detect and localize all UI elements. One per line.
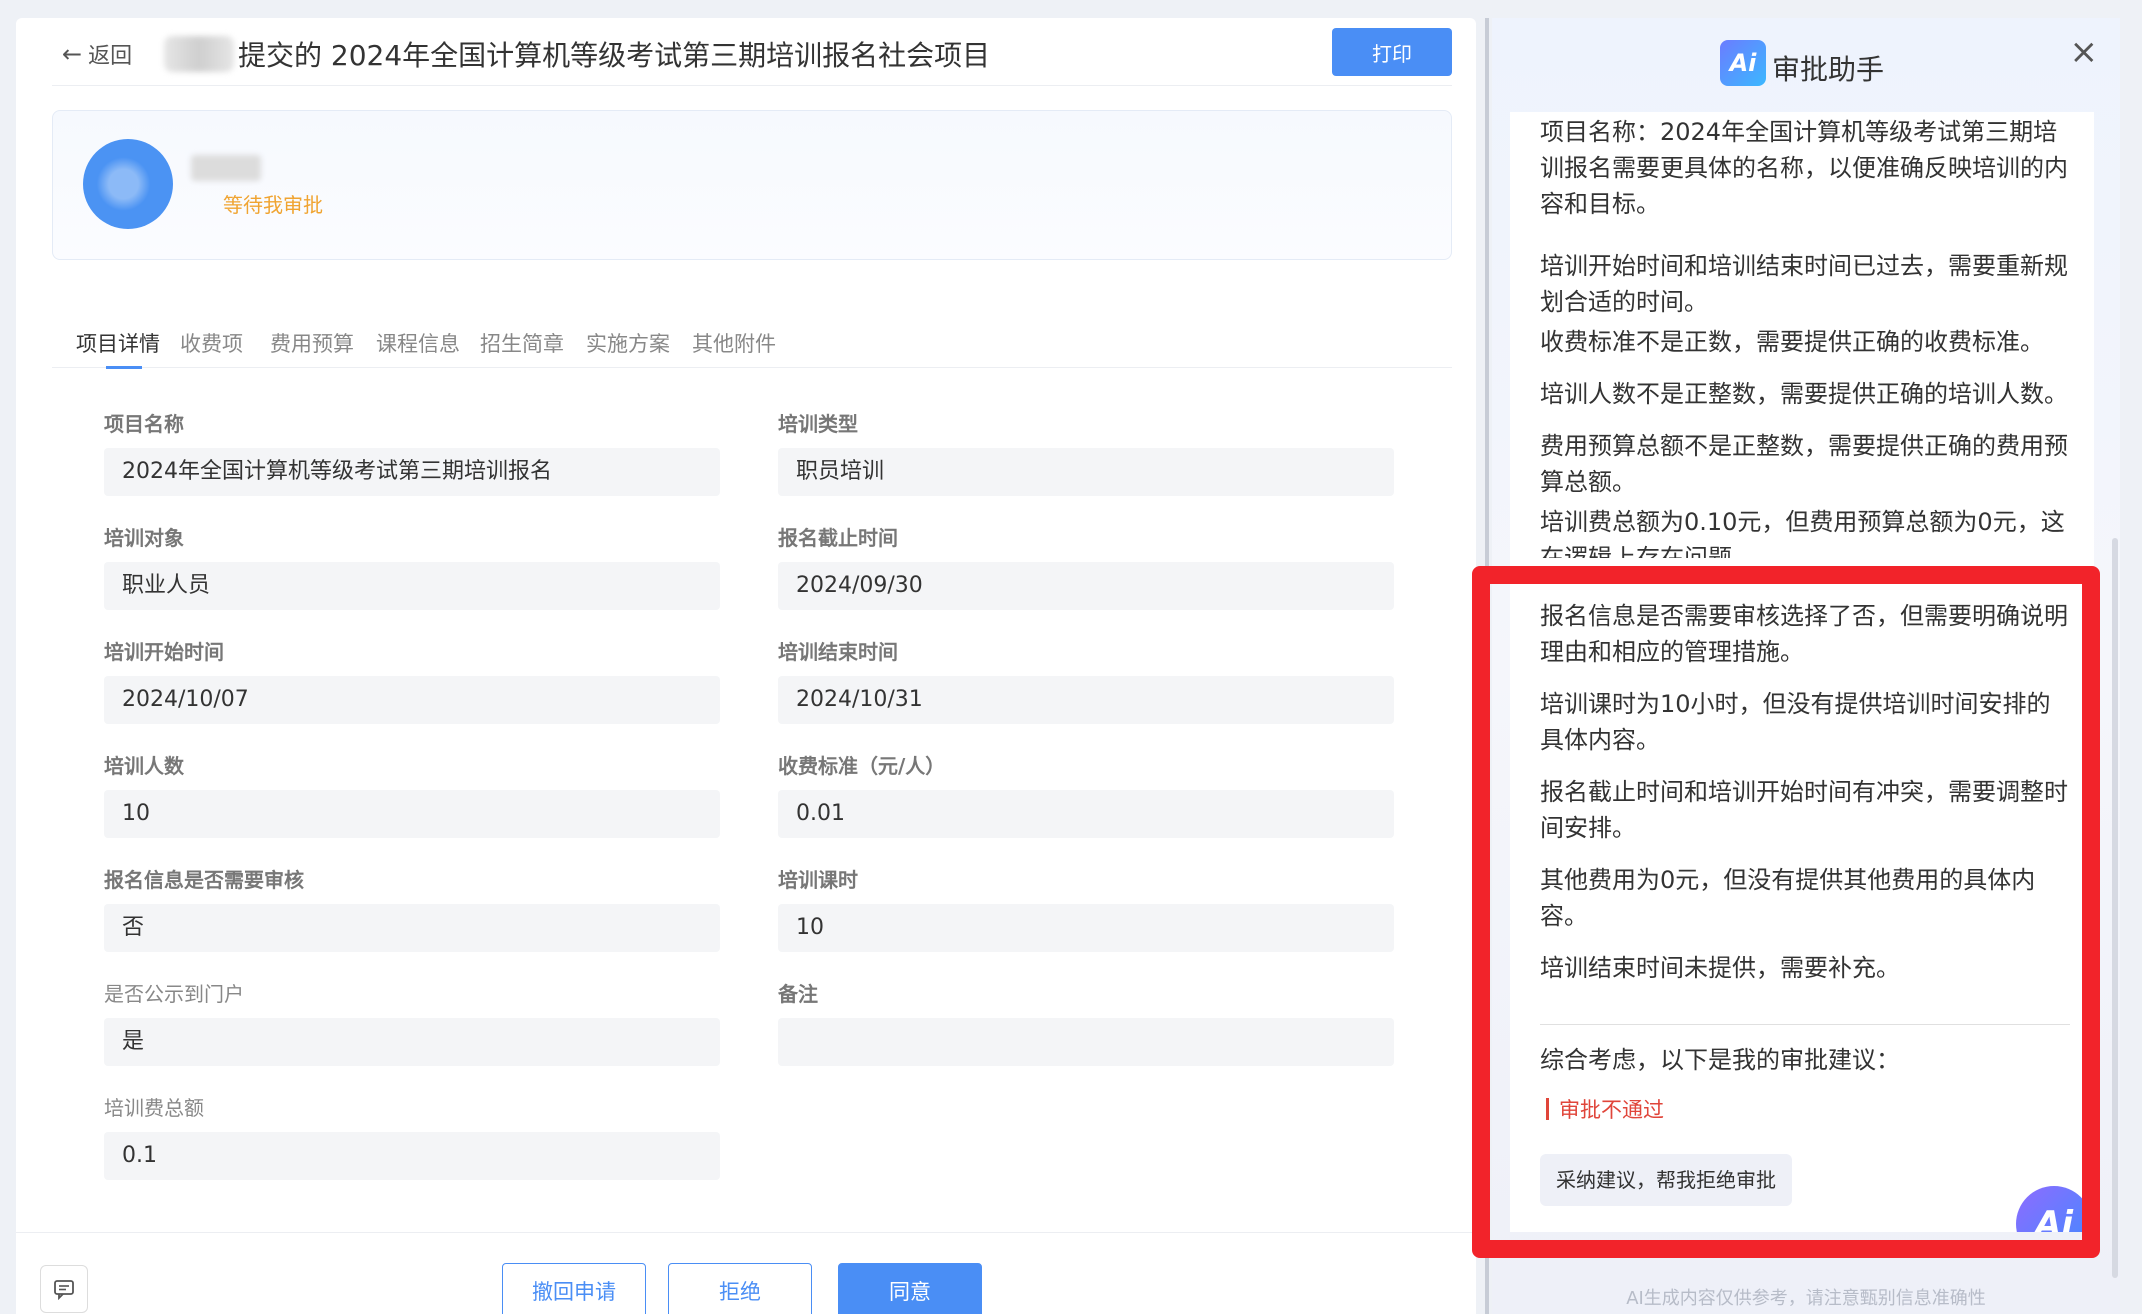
field-label: 收费标准（元/人） <box>778 754 946 778</box>
field-label: 是否公示到门户 <box>104 982 244 1006</box>
field-label: 培训课时 <box>778 868 858 892</box>
divider <box>1540 1024 2070 1025</box>
field-value: 否 <box>104 904 720 952</box>
field-value: 2024/10/07 <box>104 676 720 724</box>
field-train-type: 培训类型 职员培训 <box>778 408 1394 496</box>
field-label: 报名信息是否需要审核 <box>104 868 304 892</box>
field-project-name: 项目名称 2024年全国计算机等级考试第三期培训报名 <box>104 408 720 496</box>
print-button[interactable]: 打印 <box>1332 28 1452 76</box>
back-button[interactable]: ← 返回 <box>62 38 132 70</box>
suggestion-item: 收费标准不是正数，需要提供正确的收费标准。 <box>1540 328 2044 356</box>
field-publish-portal: 是否公示到门户 是 <box>104 978 720 1066</box>
scrollbar[interactable] <box>2112 538 2118 1278</box>
field-label: 培训开始时间 <box>104 640 224 664</box>
back-label: 返回 <box>88 44 133 69</box>
suggestion-item: 其他费用为0元，但没有提供其他费用的具体内容。 <box>1540 866 2036 930</box>
field-value: 职业人员 <box>104 562 720 610</box>
field-label: 培训对象 <box>104 526 184 550</box>
field-value: 2024/09/30 <box>778 562 1394 610</box>
disclaimer-text: AI生成内容仅供参考，请注意甄别信息准确性 <box>1626 1288 1986 1309</box>
field-value: 10 <box>104 790 720 838</box>
panel-divider[interactable] <box>1485 18 1489 1314</box>
field-signup-deadline: 报名截止时间 2024/09/30 <box>778 522 1394 610</box>
approve-button[interactable]: 同意 <box>838 1263 982 1314</box>
action-bar: 撤回申请 拒绝 同意 <box>16 1232 1476 1314</box>
field-value: 是 <box>104 1018 720 1066</box>
suggestion-item: 费用预算总额不是正整数，需要提供正确的费用预算总额。 <box>1540 432 2068 496</box>
submitter-name-blurred <box>164 36 234 72</box>
tab-other-attachments[interactable]: 其他附件 <box>692 328 776 358</box>
field-label: 项目名称 <box>104 412 184 436</box>
tab-implementation-plan[interactable]: 实施方案 <box>586 328 670 358</box>
withdraw-button[interactable]: 撤回申请 <box>502 1263 646 1314</box>
active-tab-indicator <box>106 366 142 369</box>
verdict-badge: 审批不通过 <box>1546 1094 1664 1124</box>
applicant-card: 等待我审批 <box>52 110 1452 260</box>
verdict-marker <box>1546 1098 1549 1120</box>
field-value: 2024年全国计算机等级考试第三期培训报名 <box>104 448 720 496</box>
avatar <box>83 139 173 229</box>
tab-fee-items[interactable]: 收费项 <box>180 328 243 358</box>
assistant-content: 项目名称：2024年全国计算机等级考试第三期培训报名需要更具体的名称，以便准确反… <box>1510 112 2094 1232</box>
approval-assistant-panel: Ai 审批助手 × 项目名称：2024年全国计算机等级考试第三期培训报名需要更具… <box>1492 18 2120 1314</box>
page-title-wrap: 提交的 2024年全国计算机等级考试第三期培训报名社会项目 <box>164 34 990 74</box>
tab-project-details[interactable]: 项目详情 <box>76 328 160 358</box>
field-value <box>778 1018 1394 1066</box>
field-value: 0.1 <box>104 1132 720 1180</box>
ai-assistant-float-icon[interactable]: Ai <box>2016 1186 2092 1232</box>
field-train-target: 培训对象 职业人员 <box>104 522 720 610</box>
field-total-fee: 培训费总额 0.1 <box>104 1092 720 1180</box>
ai-logo-icon: Ai <box>1720 40 1766 86</box>
approval-detail-panel: ← 返回 提交的 2024年全国计算机等级考试第三期培训报名社会项目 打印 等待… <box>16 18 1476 1314</box>
top-bar: ← 返回 提交的 2024年全国计算机等级考试第三期培训报名社会项目 打印 <box>52 18 1452 86</box>
field-label: 培训费总额 <box>104 1096 204 1120</box>
field-start-time: 培训开始时间 2024/10/07 <box>104 636 720 724</box>
suggestion-item: 报名截止时间和培训开始时间有冲突，需要调整时间安排。 <box>1540 778 2068 842</box>
suggestion-item: 培训开始时间和培训结束时间已过去，需要重新规划合适的时间。 <box>1540 252 2068 316</box>
suggestion-item: 培训课时为10小时，但没有提供培训时间安排的具体内容。 <box>1540 690 2051 754</box>
field-fee-standard: 收费标准（元/人） 0.01 <box>778 750 1394 838</box>
field-value: 2024/10/31 <box>778 676 1394 724</box>
suggestion-item: 培训人数不是正整数，需要提供正确的培训人数。 <box>1540 380 2068 408</box>
reject-button[interactable]: 拒绝 <box>668 1263 812 1314</box>
status-badge: 等待我审批 <box>223 193 323 217</box>
field-value: 10 <box>778 904 1394 952</box>
field-remark: 备注 <box>778 978 1394 1066</box>
applicant-name-blurred <box>191 155 261 181</box>
tab-bar: 项目详情 收费项 费用预算 课程信息 招生简章 实施方案 其他附件 <box>52 308 1452 369</box>
close-icon[interactable]: × <box>2070 32 2099 72</box>
suggestion-item: 项目名称：2024年全国计算机等级考试第三期培训报名需要更具体的名称，以便准确反… <box>1540 118 2068 218</box>
field-label: 培训类型 <box>778 412 858 436</box>
tab-enrollment-guide[interactable]: 招生简章 <box>480 328 564 358</box>
field-label: 培训人数 <box>104 754 184 778</box>
tab-course-info[interactable]: 课程信息 <box>376 328 460 358</box>
field-end-time: 培训结束时间 2024/10/31 <box>778 636 1394 724</box>
field-label: 备注 <box>778 982 818 1006</box>
adopt-suggestion-button[interactable]: 采纳建议，帮我拒绝审批 <box>1540 1154 1792 1206</box>
field-value: 0.01 <box>778 790 1394 838</box>
tab-budget[interactable]: 费用预算 <box>270 328 354 358</box>
conclusion-text: 综合考虑，以下是我的审批建议： <box>1540 1046 1900 1074</box>
arrow-left-icon: ← <box>62 40 83 68</box>
assistant-title: 审批助手 <box>1772 53 1885 86</box>
suggestion-item: 报名信息是否需要审核选择了否，但需要明确说明理由和相应的管理措施。 <box>1540 602 2068 666</box>
verdict-text: 审批不通过 <box>1559 1098 1664 1122</box>
field-headcount: 培训人数 10 <box>104 750 720 838</box>
suggestion-item: 培训结束时间未提供，需要补充。 <box>1540 954 1900 982</box>
field-hours: 培训课时 10 <box>778 864 1394 952</box>
field-value: 职员培训 <box>778 448 1394 496</box>
field-need-review: 报名信息是否需要审核 否 <box>104 864 720 952</box>
suggestion-item: 培训费总额为0.10元，但费用预算总额为0元，这在逻辑上存在问题。 <box>1540 508 2065 558</box>
page-title: 提交的 2024年全国计算机等级考试第三期培训报名社会项目 <box>238 39 991 72</box>
field-label: 培训结束时间 <box>778 640 898 664</box>
comment-button[interactable] <box>40 1265 88 1313</box>
comment-icon <box>54 1280 74 1300</box>
field-label: 报名截止时间 <box>778 526 898 550</box>
